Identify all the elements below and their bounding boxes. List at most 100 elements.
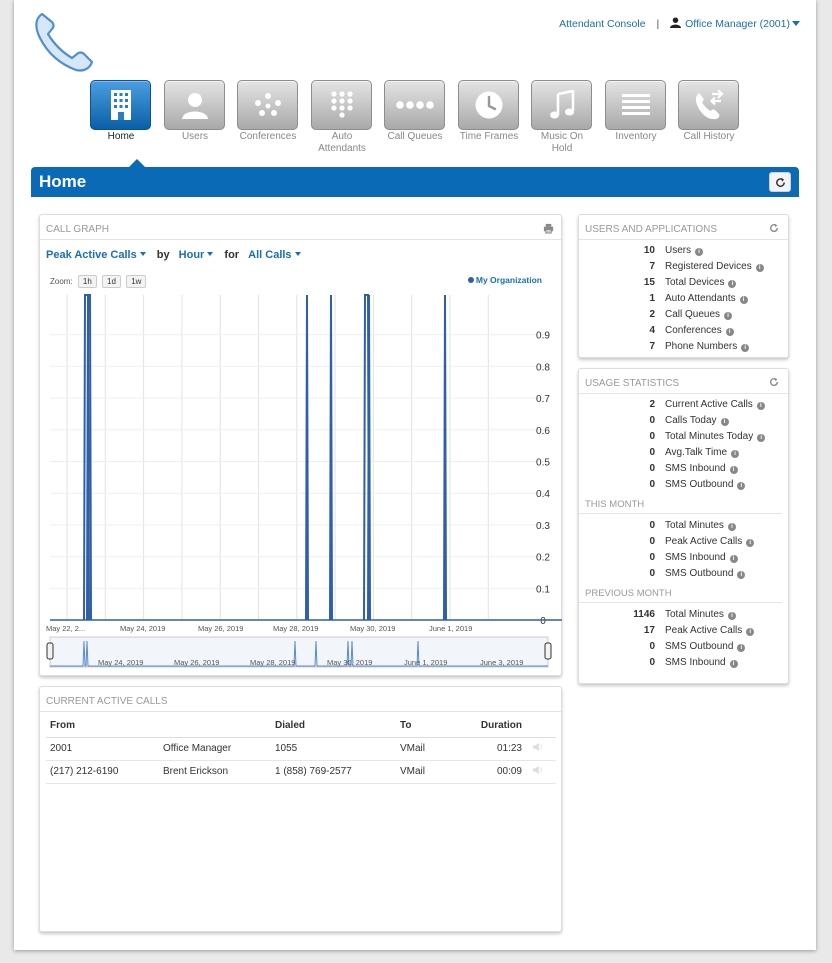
table-row[interactable]: 2001 Office Manager 1055 VMail 01:23 bbox=[46, 737, 556, 761]
usage-row: 0 SMS Outbound i bbox=[579, 477, 788, 493]
nav-users[interactable]: Users bbox=[164, 80, 226, 143]
conference-icon bbox=[237, 80, 298, 130]
y-tick-label: 0.5 bbox=[536, 458, 550, 469]
stat-label-group: Call Queues i bbox=[665, 309, 733, 320]
cell-name: Office Manager bbox=[159, 737, 271, 761]
stat-label-group: Total Devices i bbox=[665, 277, 737, 288]
navigator-handle[interactable] bbox=[544, 642, 552, 660]
listen-speaker-icon[interactable] bbox=[532, 765, 544, 775]
refresh-button[interactable] bbox=[769, 172, 791, 192]
info-icon[interactable]: i bbox=[725, 328, 734, 336]
usage-row: 0 Avg.Talk Time i bbox=[579, 445, 788, 461]
table-row[interactable]: (217) 212-6190 Brent Erickson 1 (858) 769-… bbox=[46, 760, 556, 784]
this-month-row: 0 Peak Active Calls i bbox=[579, 534, 788, 550]
info-icon[interactable]: i bbox=[729, 466, 738, 474]
cell-name: Brent Erickson bbox=[159, 760, 271, 784]
series-spike bbox=[305, 294, 309, 621]
y-tick-label: 0.2 bbox=[536, 553, 550, 564]
info-icon[interactable]: i bbox=[746, 628, 755, 636]
user-menu[interactable]: Office Manager (2001) bbox=[670, 17, 800, 30]
info-icon[interactable]: i bbox=[727, 612, 736, 620]
stat-label: SMS Outbound bbox=[665, 479, 734, 490]
stat-label-group: Auto Attendants i bbox=[665, 293, 748, 304]
link-separator: | bbox=[656, 18, 660, 30]
listen-speaker-icon[interactable] bbox=[532, 742, 544, 752]
info-icon[interactable]: i bbox=[727, 523, 736, 531]
x-tick-label: May 22, 2... bbox=[46, 624, 85, 633]
previous-month-row: 0 SMS Inbound i bbox=[579, 655, 788, 671]
stat-label-group: Current Active Calls i bbox=[665, 399, 765, 410]
active-calls-table: From Dialed To Duration 2001 Office Manag… bbox=[46, 715, 556, 784]
users-apps-row: 15 Total Devices i bbox=[579, 275, 788, 291]
building-icon bbox=[90, 80, 151, 130]
stat-label-group: Calls Today i bbox=[665, 415, 729, 426]
stat-label: Auto Attendants bbox=[665, 293, 736, 304]
info-icon[interactable]: i bbox=[746, 539, 755, 547]
nav-label: Call Queues bbox=[387, 131, 443, 142]
stat-value: 1 bbox=[649, 293, 655, 304]
col-dialed[interactable]: Dialed bbox=[271, 715, 396, 738]
info-icon[interactable]: i bbox=[737, 482, 746, 490]
active-calls-title: CURRENT ACTIVE CALLS bbox=[40, 687, 561, 712]
info-icon[interactable]: i bbox=[724, 312, 733, 320]
stat-label-group: Total Minutes i bbox=[665, 609, 736, 620]
usage-list: 2 Current Active Calls i 0 Calls Today i 0 Tota… bbox=[579, 394, 788, 493]
stat-label-group: Phone Numbers i bbox=[665, 341, 750, 352]
info-icon[interactable]: i bbox=[737, 571, 746, 579]
nav-auto-attendants[interactable]: Auto Attendants bbox=[311, 80, 373, 155]
active-calls-panel: CURRENT ACTIVE CALLS From Dialed To Dura… bbox=[39, 686, 562, 932]
phone-logo-icon[interactable] bbox=[32, 8, 96, 75]
list-icon bbox=[605, 80, 666, 130]
nav-call-queues[interactable]: Call Queues bbox=[384, 80, 446, 143]
col-to[interactable]: To bbox=[396, 715, 456, 738]
previous-month-row: 0 SMS Outbound i bbox=[579, 639, 788, 655]
info-icon[interactable]: i bbox=[756, 402, 765, 410]
stat-label: Total Minutes bbox=[665, 520, 724, 531]
usage-row: 0 Calls Today i bbox=[579, 413, 788, 429]
info-icon[interactable]: i bbox=[739, 296, 748, 304]
stat-label-group: SMS Outbound i bbox=[665, 568, 746, 579]
nav-label: Time Frames bbox=[459, 131, 519, 142]
attendant-console-link[interactable]: Attendant Console bbox=[559, 18, 645, 30]
nav-music-on-hold[interactable]: Music On Hold bbox=[531, 80, 593, 155]
cell-from: (217) 212-6190 bbox=[46, 760, 159, 784]
previous-month-title: PREVIOUS MONTH bbox=[579, 582, 782, 603]
nav-home[interactable]: Home bbox=[90, 80, 152, 143]
music-note-icon bbox=[531, 80, 592, 130]
info-icon[interactable]: i bbox=[720, 418, 729, 426]
nav-label: Call History bbox=[683, 131, 735, 142]
info-icon[interactable]: i bbox=[757, 434, 766, 442]
stat-label-group: SMS Inbound i bbox=[665, 463, 738, 474]
nav-conferences[interactable]: Conferences bbox=[237, 80, 299, 143]
refresh-icon[interactable] bbox=[769, 223, 779, 233]
series-spike bbox=[367, 294, 371, 621]
y-tick-label: 0.9 bbox=[536, 331, 550, 342]
info-icon[interactable]: i bbox=[737, 644, 746, 652]
user-icon bbox=[670, 17, 682, 28]
users-apps-row: 7 Registered Devices i bbox=[579, 259, 788, 275]
info-icon[interactable]: i bbox=[728, 280, 737, 288]
stat-label: Avg.Talk Time bbox=[665, 447, 728, 458]
info-icon[interactable]: i bbox=[755, 264, 764, 272]
info-icon[interactable]: i bbox=[729, 555, 738, 563]
nav-call-history[interactable]: Call History bbox=[678, 80, 740, 143]
call-graph-chart[interactable]: 0.9 0.8 0.7 0.6 0.5 0.4 0.3 0.2 0.1 0 May 22, 2...… bbox=[40, 215, 563, 677]
col-duration[interactable]: Duration bbox=[456, 715, 528, 738]
navigator-handle[interactable] bbox=[46, 642, 54, 660]
col-from[interactable]: From bbox=[46, 715, 159, 738]
info-icon[interactable]: i bbox=[741, 344, 750, 352]
users-apps-title: USERS AND APPLICATIONS bbox=[579, 215, 788, 240]
page: Attendant Console | Office Manager (2001… bbox=[14, 0, 816, 950]
stat-value: 0 bbox=[649, 447, 655, 458]
navigator-tick-label: May 28, 2019 bbox=[250, 658, 295, 667]
refresh-icon[interactable] bbox=[769, 377, 779, 387]
info-icon[interactable]: i bbox=[729, 660, 738, 668]
stat-label-group: SMS Inbound i bbox=[665, 657, 738, 668]
info-icon[interactable]: i bbox=[695, 248, 704, 256]
stat-value: 10 bbox=[643, 245, 655, 256]
navigator-tick-label: June 3, 2019 bbox=[480, 658, 523, 667]
stat-value: 0 bbox=[649, 479, 655, 490]
info-icon[interactable]: i bbox=[731, 450, 740, 458]
nav-inventory[interactable]: Inventory bbox=[605, 80, 667, 143]
nav-time-frames[interactable]: Time Frames bbox=[458, 80, 520, 143]
